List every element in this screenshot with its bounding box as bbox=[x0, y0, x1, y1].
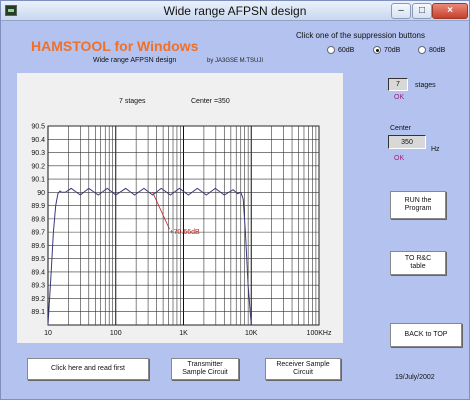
radio-60db[interactable]: 60dB bbox=[327, 46, 354, 54]
x-tick-label: 100 bbox=[110, 330, 122, 337]
radio-label: 70dB bbox=[384, 46, 401, 54]
x-tick-label: 10K bbox=[245, 330, 258, 337]
y-tick-label: 90 bbox=[37, 190, 45, 197]
radio-circle[interactable] bbox=[327, 46, 335, 54]
radio-80db[interactable]: 80dB bbox=[418, 46, 445, 54]
radio-circle[interactable] bbox=[418, 46, 426, 54]
torc-label-line1: TO R&C bbox=[404, 255, 432, 262]
page-subtitle: Wide range AFPSN design bbox=[93, 57, 177, 64]
y-tick-label: 89.1 bbox=[31, 309, 45, 316]
y-tick-label: 89.6 bbox=[31, 243, 45, 250]
center-unit: Hz bbox=[431, 146, 440, 153]
radio-label: 80dB bbox=[429, 46, 446, 54]
y-tick-label: 89.9 bbox=[31, 203, 45, 210]
release-date: 19/July/2002 bbox=[395, 374, 435, 381]
y-tick-label: 90.3 bbox=[31, 150, 45, 157]
y-tick-label: 90.4 bbox=[31, 137, 45, 144]
y-tick-label: 89.5 bbox=[31, 256, 45, 263]
close-button[interactable]: × bbox=[432, 3, 468, 19]
y-tick-label: 89.3 bbox=[31, 283, 45, 290]
run-program-button[interactable]: RUN the Program bbox=[390, 191, 446, 219]
maximize-button[interactable]: □ bbox=[412, 3, 432, 19]
rx-label-line1: Receiver Sample bbox=[276, 361, 330, 368]
author-credit: by JA3GSE M.TSUJI bbox=[207, 58, 264, 64]
radio-70db[interactable]: 70dB bbox=[373, 46, 400, 54]
x-tick-label: 10 bbox=[44, 330, 52, 337]
x-tick-label: 1K bbox=[179, 330, 188, 337]
x-tick-label: 100KHz bbox=[307, 330, 332, 337]
rx-label-line2: Circuit bbox=[293, 369, 313, 376]
title-bar: Wide range AFPSN design – □ × bbox=[1, 1, 469, 21]
run-label-line2: Program bbox=[404, 205, 432, 212]
torc-label-line2: table bbox=[410, 263, 426, 270]
receiver-sample-button[interactable]: Receiver Sample Circuit bbox=[265, 358, 341, 380]
read-first-button[interactable]: Click here and read first bbox=[27, 358, 149, 380]
center-ok: OK bbox=[394, 155, 405, 162]
y-tick-label: 89.8 bbox=[31, 216, 45, 223]
minimize-button[interactable]: – bbox=[391, 3, 411, 19]
to-rc-table-button[interactable]: TO R&C table bbox=[390, 251, 446, 275]
stages-label: stages bbox=[415, 82, 436, 89]
back-to-top-button[interactable]: BACK to TOP bbox=[390, 323, 462, 347]
response-graph: 90.5 90.4 90.3 90.2 90.1 90 89.9 89.8 89.7 89.6 89… bbox=[17, 73, 343, 343]
brand-title: HAMSTOOL for Windows bbox=[31, 38, 199, 54]
stages-ok: OK bbox=[394, 94, 405, 101]
run-label-line1: RUN the bbox=[404, 197, 432, 204]
y-tick-label: 90.2 bbox=[31, 163, 45, 170]
marker-label: +70.66dB bbox=[170, 229, 200, 236]
stages-input[interactable]: 7 bbox=[388, 78, 408, 91]
app-window: Wide range AFPSN design – □ × HAMSTOOL f… bbox=[0, 0, 470, 400]
y-tick-label: 89.4 bbox=[31, 269, 45, 276]
tx-label-line2: Sample Circuit bbox=[182, 369, 228, 376]
tx-label-line1: Transmitter bbox=[187, 361, 223, 368]
radio-label: 60dB bbox=[338, 46, 355, 54]
center-input[interactable]: 350 bbox=[388, 135, 426, 149]
stages-info: 7 stages bbox=[119, 98, 146, 105]
transmitter-sample-button[interactable]: Transmitter Sample Circuit bbox=[171, 358, 239, 380]
suppression-label: Click one of the suppression buttons bbox=[296, 31, 425, 40]
y-tick-label: 89.7 bbox=[31, 230, 45, 237]
radio-circle-selected[interactable] bbox=[373, 46, 381, 54]
y-tick-label: 90.1 bbox=[31, 177, 45, 184]
response-chart-svg: 90.5 90.4 90.3 90.2 90.1 90 89.9 89.8 89.7 89.6 89… bbox=[31, 124, 332, 338]
center-info: Center =350 bbox=[191, 98, 230, 105]
y-tick-label: 89.2 bbox=[31, 296, 45, 303]
y-tick-label: 90.5 bbox=[31, 124, 45, 131]
center-label: Center bbox=[390, 125, 412, 132]
